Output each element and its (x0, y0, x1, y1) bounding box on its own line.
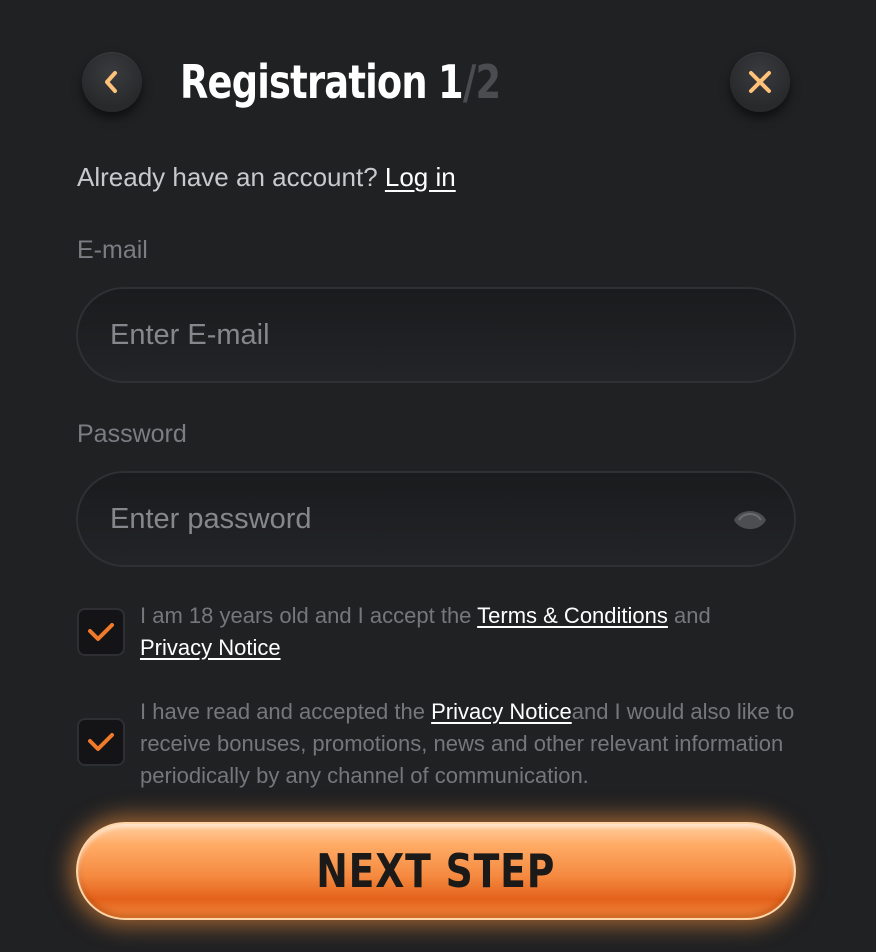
registration-page: Registration 1 / 2 Already have an accou… (0, 0, 876, 952)
marketing-text: I have read and accepted the Privacy Not… (140, 696, 800, 792)
email-field-wrapper (76, 287, 796, 383)
email-input[interactable] (110, 289, 710, 381)
consent-text: and (674, 603, 711, 628)
email-label: E-mail (77, 236, 148, 264)
close-icon (749, 71, 771, 93)
password-field-wrapper (76, 471, 796, 567)
chevron-left-icon (105, 71, 117, 93)
login-prompt-text: Already have an account? (77, 162, 378, 192)
step-separator: / (462, 55, 476, 109)
close-button[interactable] (730, 52, 790, 112)
age-terms-text: I am 18 years old and I accept the Terms… (140, 600, 800, 664)
consent-text: I am 18 years old and I accept the (140, 603, 472, 628)
back-button[interactable] (82, 52, 142, 112)
consent-text: I have read and accepted the (140, 699, 425, 724)
login-link[interactable]: Log in (385, 162, 456, 192)
step-total: 2 (475, 55, 501, 109)
page-title: Registration 1 / 2 (180, 52, 501, 112)
password-input[interactable] (110, 473, 710, 565)
checkmark-icon (88, 733, 114, 751)
age-terms-checkbox[interactable] (77, 608, 125, 656)
checkmark-icon (88, 623, 114, 641)
password-label: Password (77, 420, 187, 448)
login-prompt: Already have an account? Log in (77, 162, 456, 193)
terms-link[interactable]: Terms & Conditions (477, 603, 668, 628)
marketing-checkbox[interactable] (77, 718, 125, 766)
step-current: 1 (438, 55, 464, 109)
next-step-button[interactable]: NEXT STEP (76, 822, 796, 920)
next-step-label: NEXT STEP (316, 844, 556, 898)
title-text: Registration (180, 55, 428, 109)
privacy-notice-link[interactable]: Privacy Notice (431, 699, 572, 724)
eye-icon[interactable] (732, 503, 768, 537)
privacy-notice-link[interactable]: Privacy Notice (140, 635, 281, 660)
